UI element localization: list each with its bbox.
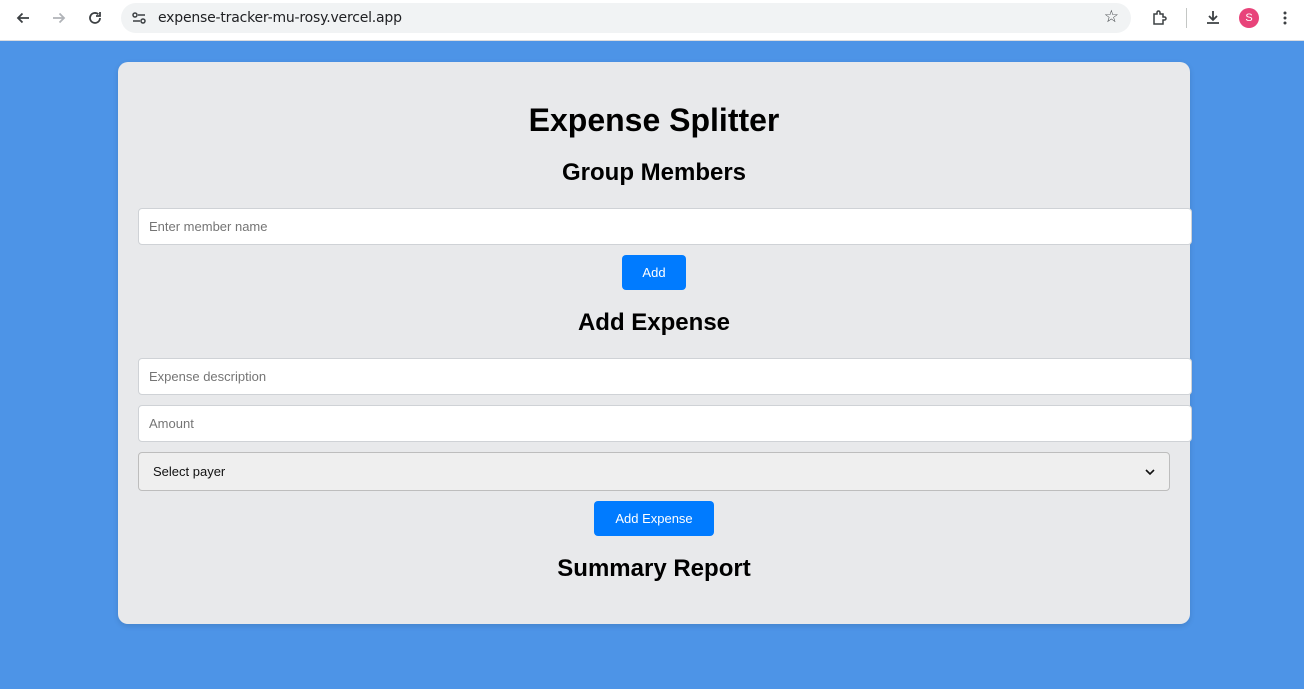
url-text[interactable]: expense-tracker-mu-rosy.vercel.app	[158, 10, 402, 26]
star-icon[interactable]: ☆	[1104, 7, 1119, 27]
summary-report-heading: Summary Report	[557, 555, 751, 582]
member-name-input[interactable]	[138, 208, 1192, 245]
page-title: Expense Splitter	[528, 102, 780, 138]
kebab-menu-icon[interactable]	[1271, 6, 1299, 30]
expense-description-input[interactable]	[138, 358, 1192, 395]
browser-toolbar: expense-tracker-mu-rosy.vercel.app ☆ S	[0, 0, 1304, 41]
amount-input[interactable]	[138, 405, 1192, 442]
toolbar-divider	[1186, 8, 1187, 28]
payer-select[interactable]: Select payer	[138, 452, 1170, 491]
add-expense-button[interactable]: Add Expense	[594, 501, 714, 536]
group-members-heading: Group Members	[561, 159, 747, 186]
puzzle-icon[interactable]	[1146, 6, 1174, 30]
reload-icon[interactable]	[81, 6, 109, 30]
expense-splitter-card: Expense Splitter Group Members Add Add E…	[118, 62, 1192, 624]
site-info-icon[interactable]	[129, 8, 149, 28]
add-member-button[interactable]: Add	[622, 255, 686, 290]
back-arrow-icon[interactable]	[9, 6, 37, 30]
profile-avatar[interactable]: S	[1239, 8, 1259, 28]
forward-arrow-icon[interactable]	[45, 6, 73, 30]
add-expense-heading: Add Expense	[577, 309, 731, 336]
payer-select-value: Select payer	[153, 464, 226, 479]
download-icon[interactable]	[1199, 6, 1227, 30]
address-bar[interactable]: expense-tracker-mu-rosy.vercel.app ☆	[121, 3, 1131, 33]
chevron-down-icon	[1145, 468, 1155, 475]
